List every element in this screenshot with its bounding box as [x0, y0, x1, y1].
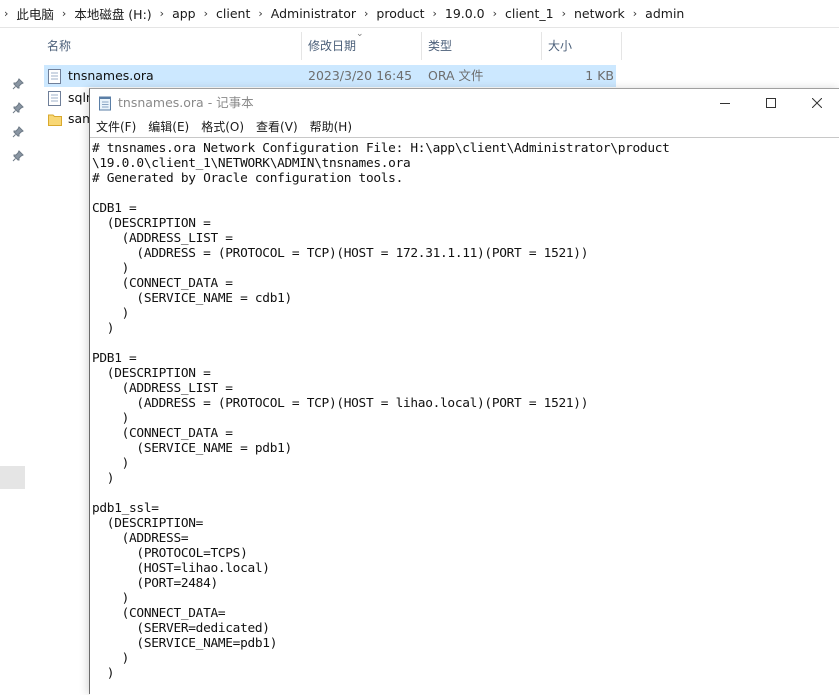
menu-help[interactable]: 帮助(H) [304, 117, 358, 137]
window-controls [702, 89, 839, 117]
folder-icon [48, 112, 62, 127]
close-button[interactable] [794, 89, 839, 117]
chevron-right-icon[interactable]: › [258, 7, 262, 20]
document-icon [48, 91, 61, 106]
pin-icon[interactable] [12, 126, 24, 138]
pin-icon[interactable] [12, 78, 24, 90]
breadcrumb-drive-h[interactable]: 本地磁盘 (H:) [74, 4, 151, 23]
maximize-button[interactable] [748, 89, 794, 117]
column-header-type[interactable]: 类型 [422, 32, 542, 60]
notepad-window[interactable]: tnsnames.ora - 记事本 文件(F) 编辑(E) 格式(O) 查看(… [89, 88, 839, 695]
minimize-button[interactable] [702, 89, 748, 117]
chevron-right-icon[interactable]: › [562, 7, 566, 20]
editor-content[interactable]: # tnsnames.ora Network Configuration Fil… [90, 138, 839, 681]
sort-caret-icon: ⌄ [356, 29, 364, 39]
document-icon [48, 69, 61, 84]
minimize-icon [720, 103, 730, 104]
file-row-tnsnames[interactable]: tnsnames.ora 2023/3/20 16:45 ORA 文件 1 KB [44, 65, 616, 87]
menu-format[interactable]: 格式(O) [195, 117, 250, 137]
menu-file[interactable]: 文件(F) [90, 117, 142, 137]
column-headers: 名称 修改日期 ⌄ 类型 大小 [41, 29, 641, 60]
breadcrumb-app[interactable]: app [172, 6, 196, 21]
pin-icon[interactable] [12, 150, 24, 162]
address-bar[interactable]: › 此电脑 › 本地磁盘 (H:) › app › client › Admin… [0, 0, 839, 28]
menu-edit[interactable]: 编辑(E) [142, 117, 195, 137]
nav-selected-item[interactable] [0, 466, 25, 489]
navigation-pane[interactable] [0, 28, 30, 693]
chevron-right-icon[interactable]: › [432, 7, 436, 20]
maximize-icon [766, 98, 776, 108]
notepad-icon [98, 95, 112, 111]
menu-bar: 文件(F) 编辑(E) 格式(O) 查看(V) 帮助(H) [90, 117, 839, 137]
text-editor[interactable]: # tnsnames.ora Network Configuration Fil… [90, 137, 839, 695]
menu-view[interactable]: 查看(V) [250, 117, 304, 137]
column-header-size[interactable]: 大小 [542, 32, 622, 60]
chevron-right-icon[interactable]: › [62, 7, 66, 20]
breadcrumb-administrator[interactable]: Administrator [271, 6, 356, 21]
chevron-right-icon[interactable]: › [633, 7, 637, 20]
breadcrumb-client-1[interactable]: client_1 [505, 6, 554, 21]
chevron-right-icon[interactable]: › [364, 7, 368, 20]
file-row-sqlnet[interactable]: sqlnet.ora [44, 87, 92, 109]
file-date: 2023/3/20 16:45 [308, 68, 413, 83]
breadcrumb-product[interactable]: product [376, 6, 424, 21]
column-header-name[interactable]: 名称 [41, 32, 302, 60]
chevron-right-icon[interactable]: › [493, 7, 497, 20]
file-row-samples[interactable]: samples [44, 108, 92, 130]
file-name: tnsnames.ora [68, 68, 154, 83]
breadcrumb-version[interactable]: 19.0.0 [445, 6, 485, 21]
pin-icon[interactable] [12, 102, 24, 114]
chevron-right-icon[interactable]: › [204, 7, 208, 20]
chevron-right-icon[interactable]: › [4, 7, 8, 20]
file-type: ORA 文件 [428, 68, 484, 83]
close-icon [812, 98, 822, 108]
breadcrumb-this-pc[interactable]: 此电脑 [16, 4, 54, 23]
breadcrumb-network[interactable]: network [574, 6, 625, 21]
breadcrumb-client[interactable]: client [216, 6, 250, 21]
window-title: tnsnames.ora - 记事本 [118, 95, 254, 110]
title-bar[interactable]: tnsnames.ora - 记事本 [90, 89, 839, 117]
breadcrumb-admin[interactable]: admin [645, 6, 684, 21]
chevron-right-icon[interactable]: › [160, 7, 164, 20]
file-size: 1 KB [585, 68, 614, 83]
